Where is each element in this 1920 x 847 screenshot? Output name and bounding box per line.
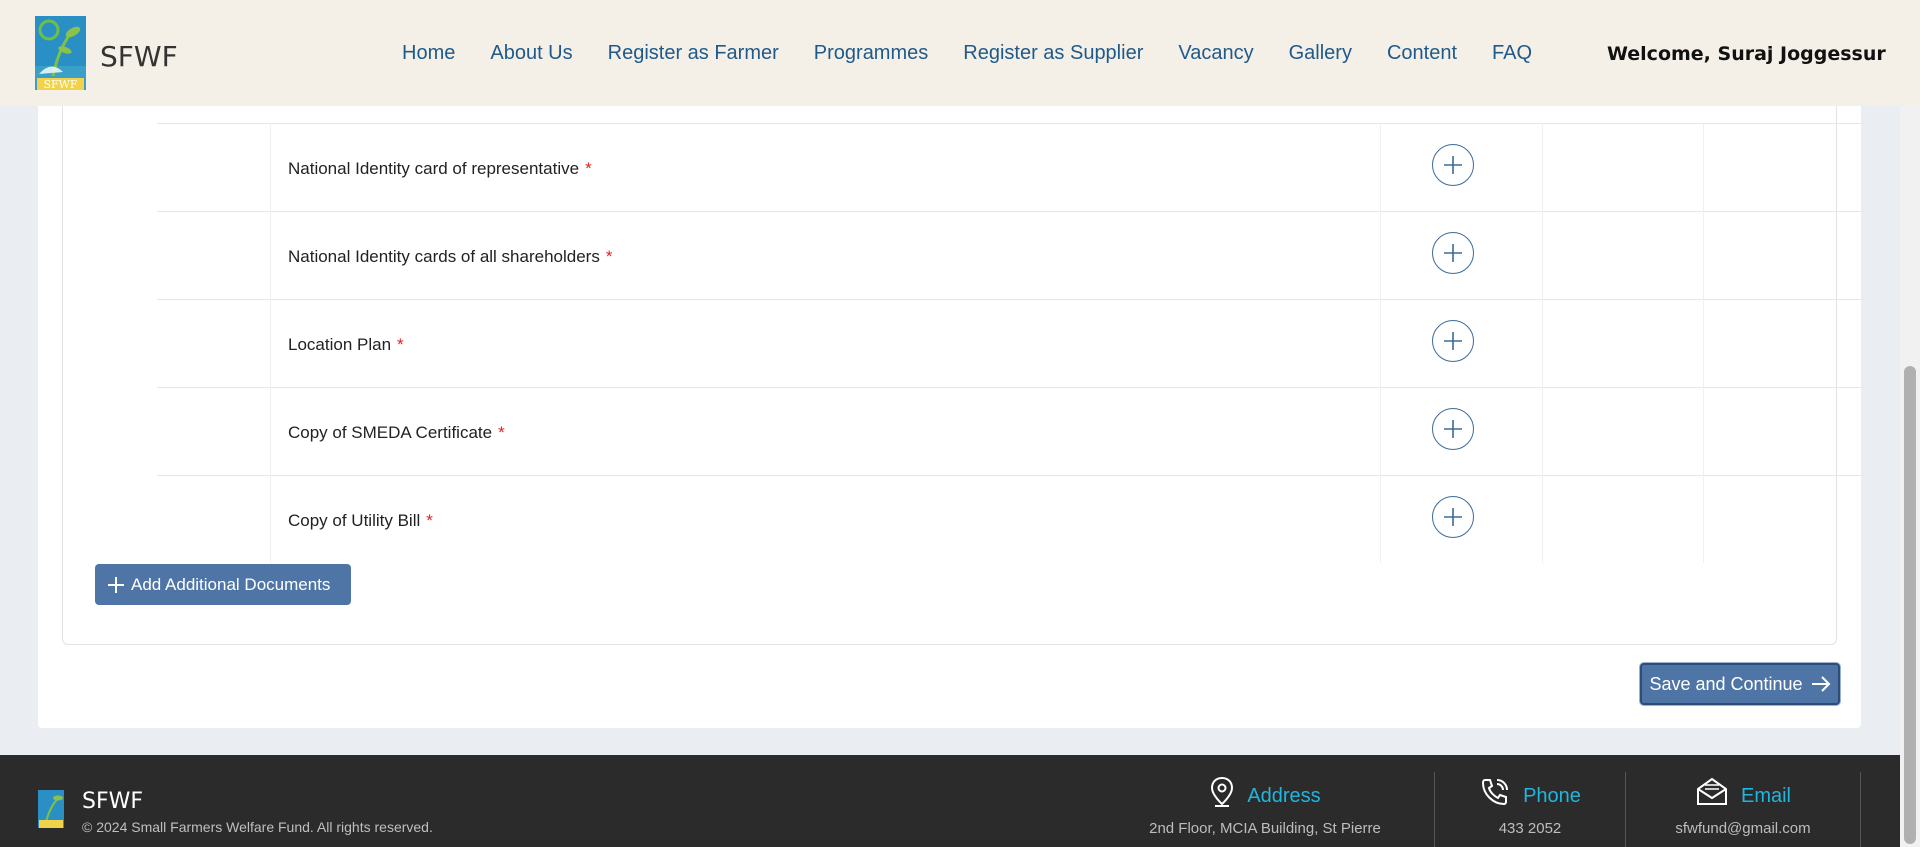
column-line <box>1380 123 1381 211</box>
nav-home[interactable]: Home <box>402 42 455 65</box>
required-marker: * <box>426 511 433 530</box>
required-marker: * <box>397 335 404 354</box>
plus-icon <box>1444 420 1462 438</box>
column-line <box>270 387 271 475</box>
footer-address-title: Address <box>1247 785 1321 807</box>
nav-register-supplier[interactable]: Register as Supplier <box>963 42 1143 65</box>
column-line <box>1542 387 1543 475</box>
column-line <box>270 475 271 563</box>
upload-add-button[interactable] <box>1432 408 1474 450</box>
nav-about-us[interactable]: About Us <box>490 42 572 65</box>
column-line <box>1542 299 1543 387</box>
document-label: Copy of Utility Bill * <box>288 511 433 530</box>
add-additional-documents-button[interactable]: Add Additional Documents <box>95 564 351 605</box>
column-line <box>1703 211 1704 299</box>
scrollbar-thumb[interactable] <box>1904 366 1916 844</box>
document-label: National Identity cards of all sharehold… <box>288 247 613 266</box>
footer-email-value[interactable]: sfwfund@gmail.com <box>1632 820 1854 837</box>
footer-divider <box>1625 772 1626 847</box>
column-line <box>1703 123 1704 211</box>
upload-add-button[interactable] <box>1432 144 1474 186</box>
sfwf-logo[interactable]: SFWF <box>35 16 86 91</box>
nav-vacancy[interactable]: Vacancy <box>1178 42 1253 65</box>
column-line <box>1542 475 1543 563</box>
column-line <box>270 123 271 211</box>
column-line <box>1542 211 1543 299</box>
nav-programmes[interactable]: Programmes <box>814 42 928 65</box>
footer-brand: SFWF <box>82 789 144 814</box>
documents-card: National Identity card of representative… <box>38 80 1865 728</box>
column-line <box>1703 475 1704 563</box>
column-line <box>1380 299 1381 387</box>
document-row: Location Plan * <box>157 299 1865 387</box>
plus-icon <box>1444 332 1462 350</box>
footer-phone-value: 433 2052 <box>1498 820 1562 837</box>
required-marker: * <box>605 247 613 266</box>
envelope-icon <box>1696 777 1727 805</box>
document-row: Copy of SMEDA Certificate * <box>157 387 1865 475</box>
footer-address-block: Address 2nd Floor, MCIA Building, St Pie… <box>1120 775 1410 837</box>
nav-register-farmer[interactable]: Register as Farmer <box>608 42 779 65</box>
row-divider <box>157 475 1865 476</box>
footer-email-title: Email <box>1740 785 1791 807</box>
arrow-right-icon <box>1811 676 1830 692</box>
plus-icon <box>1444 508 1462 526</box>
site-header: SFWF SFWF Home About Us Register as Farm… <box>0 0 1920 106</box>
add-additional-documents-label: Add Additional Documents <box>131 574 331 594</box>
footer-email-block: Email sfwfund@gmail.com <box>1632 775 1854 837</box>
footer-logo <box>38 790 64 828</box>
row-divider <box>157 299 1865 300</box>
document-label: Copy of SMEDA Certificate * <box>288 423 505 442</box>
column-line <box>1703 387 1704 475</box>
plus-icon <box>1444 244 1462 262</box>
footer-divider <box>1434 772 1435 847</box>
document-label: National Identity card of representative… <box>288 159 592 178</box>
column-line <box>1703 299 1704 387</box>
upload-add-button[interactable] <box>1432 232 1474 274</box>
required-marker: * <box>498 423 505 442</box>
required-marker: * <box>585 159 592 178</box>
row-divider <box>157 211 1865 212</box>
phone-icon <box>1482 778 1509 805</box>
upload-add-button[interactable] <box>1432 496 1474 538</box>
save-and-continue-button[interactable]: Save and Continue <box>1640 663 1840 705</box>
site-footer: SFWF © 2024 Small Farmers Welfare Fund. … <box>0 755 1900 847</box>
plus-icon <box>1444 156 1462 174</box>
location-pin-icon <box>1211 776 1234 807</box>
column-line <box>1542 123 1543 211</box>
footer-address-value: 2nd Floor, MCIA Building, St Pierre <box>1149 820 1381 837</box>
nav-gallery[interactable]: Gallery <box>1289 42 1352 65</box>
column-line <box>1380 211 1381 299</box>
plus-icon <box>108 576 124 593</box>
column-line <box>270 299 271 387</box>
welcome-user[interactable]: Welcome, Suraj Joggessur <box>1607 43 1886 65</box>
main-nav: Home About Us Register as Farmer Program… <box>402 42 1567 65</box>
documents-panel: National Identity card of representative… <box>62 80 1865 645</box>
page-scrollbar[interactable] <box>1900 0 1920 847</box>
column-line <box>1380 387 1381 475</box>
footer-divider <box>1860 772 1861 847</box>
row-divider <box>157 123 1865 124</box>
column-line <box>1380 475 1381 563</box>
footer-phone-title: Phone <box>1523 785 1581 807</box>
document-row: National Identity card of representative… <box>157 123 1865 211</box>
document-label: Location Plan * <box>288 335 404 354</box>
document-row: Copy of Utility Bill * <box>157 475 1865 563</box>
document-row: National Identity cards of all sharehold… <box>157 211 1865 299</box>
column-line <box>270 211 271 299</box>
svg-text:SFWF: SFWF <box>43 78 77 90</box>
footer-phone-block: Phone 433 2052 <box>1440 775 1620 837</box>
footer-copyright: © 2024 Small Farmers Welfare Fund. All r… <box>82 819 433 835</box>
row-divider <box>157 387 1865 388</box>
brand-name[interactable]: SFWF <box>100 40 178 73</box>
nav-content[interactable]: Content <box>1387 42 1457 65</box>
nav-faq[interactable]: FAQ <box>1492 42 1532 65</box>
upload-add-button[interactable] <box>1432 320 1474 362</box>
save-and-continue-label: Save and Continue <box>1649 673 1803 694</box>
